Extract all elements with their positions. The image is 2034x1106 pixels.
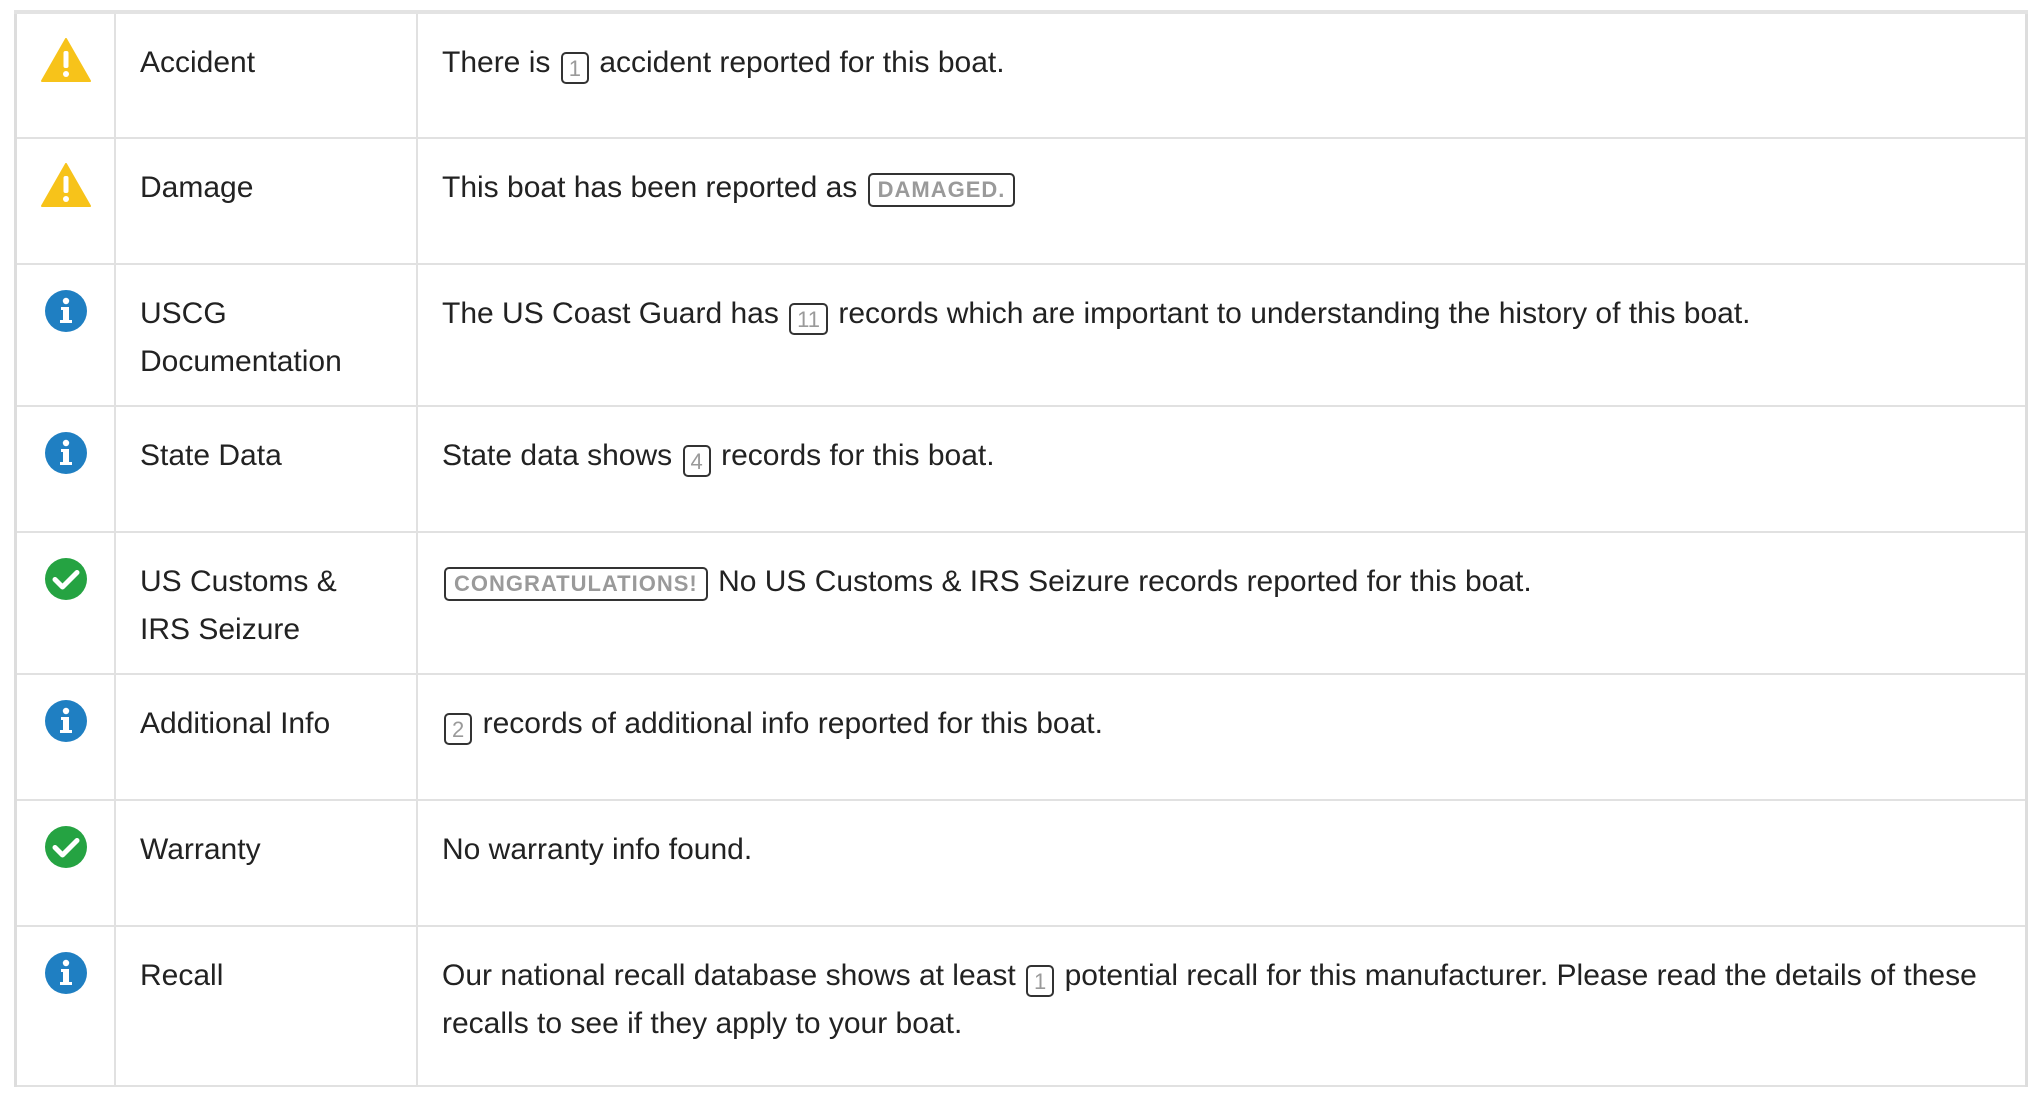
status-icon-cell — [15, 138, 116, 265]
status-icon-cell — [15, 264, 116, 407]
table-row[interactable]: Recall Our national recall database show… — [15, 926, 2027, 1087]
info-icon — [44, 700, 87, 742]
description-text: records which are important to understan… — [838, 297, 1751, 330]
description-text: There is — [442, 46, 551, 79]
status-badge: CONGRATULATIONS! — [444, 567, 708, 601]
status-badge: DAMAGED. — [867, 173, 1016, 207]
row-label: Accident — [115, 12, 418, 139]
count-badge: 2 — [444, 713, 473, 745]
status-icon-cell — [15, 800, 116, 927]
description-text: The US Coast Guard has — [442, 297, 779, 330]
row-label: Additional Info — [115, 674, 418, 801]
check-icon — [44, 558, 87, 600]
description-text: records of additional info reported for … — [482, 707, 1103, 740]
count-badge: 1 — [1026, 965, 1055, 997]
table-row[interactable]: Warranty No warranty info found. — [15, 800, 2027, 927]
row-label: Recall — [115, 926, 418, 1087]
row-description: This boat has been reported as DAMAGED. — [417, 138, 2027, 265]
status-icon-cell — [15, 12, 116, 139]
description-text: Our national recall database shows at le… — [442, 959, 1016, 992]
info-icon — [44, 290, 87, 332]
status-icon-cell — [15, 674, 116, 801]
status-icon-cell — [15, 532, 116, 675]
description-text: No US Customs & IRS Seizure records repo… — [718, 565, 1532, 598]
row-label: US Customs & IRS Seizure — [115, 532, 418, 675]
status-icon-cell — [15, 406, 116, 533]
description-text: No warranty info found. — [442, 833, 753, 866]
row-label: USCG Documentation — [115, 264, 418, 407]
row-description: 2 records of additional info reported fo… — [417, 674, 2027, 801]
table-row[interactable]: State Data State data shows 4 records fo… — [15, 406, 2027, 533]
table-row[interactable]: Additional Info 2 records of additional … — [15, 674, 2027, 801]
row-description: Our national recall database shows at le… — [417, 926, 2027, 1087]
info-icon — [44, 952, 87, 994]
row-description: There is 1 accident reported for this bo… — [417, 12, 2027, 139]
table-row[interactable]: USCG Documentation The US Coast Guard ha… — [15, 264, 2027, 407]
row-description: State data shows 4 records for this boat… — [417, 406, 2027, 533]
table-row[interactable]: Damage This boat has been reported as DA… — [15, 138, 2027, 265]
description-text: State data shows — [442, 439, 673, 472]
row-label: State Data — [115, 406, 418, 533]
status-icon-cell — [15, 926, 116, 1087]
history-summary-table: Accident There is 1 accident reported fo… — [14, 10, 2028, 1087]
count-badge: 1 — [560, 52, 589, 84]
row-label: Warranty — [115, 800, 418, 927]
row-description: No warranty info found. — [417, 800, 2027, 927]
count-badge: 11 — [789, 303, 829, 335]
info-icon — [44, 432, 87, 474]
count-badge: 4 — [682, 445, 711, 477]
warning-icon — [40, 163, 91, 207]
table-row[interactable]: Accident There is 1 accident reported fo… — [15, 12, 2027, 139]
description-text: accident reported for this boat. — [599, 46, 1005, 79]
row-label: Damage — [115, 138, 418, 265]
check-icon — [44, 826, 87, 868]
table-row[interactable]: US Customs & IRS Seizure CONGRATULATIONS… — [15, 532, 2027, 675]
row-description: CONGRATULATIONS! No US Customs & IRS Sei… — [417, 532, 2027, 675]
description-text: records for this boat. — [721, 439, 995, 472]
description-text: This boat has been reported as — [442, 171, 858, 204]
warning-icon — [40, 38, 91, 82]
row-description: The US Coast Guard has 11 records which … — [417, 264, 2027, 407]
